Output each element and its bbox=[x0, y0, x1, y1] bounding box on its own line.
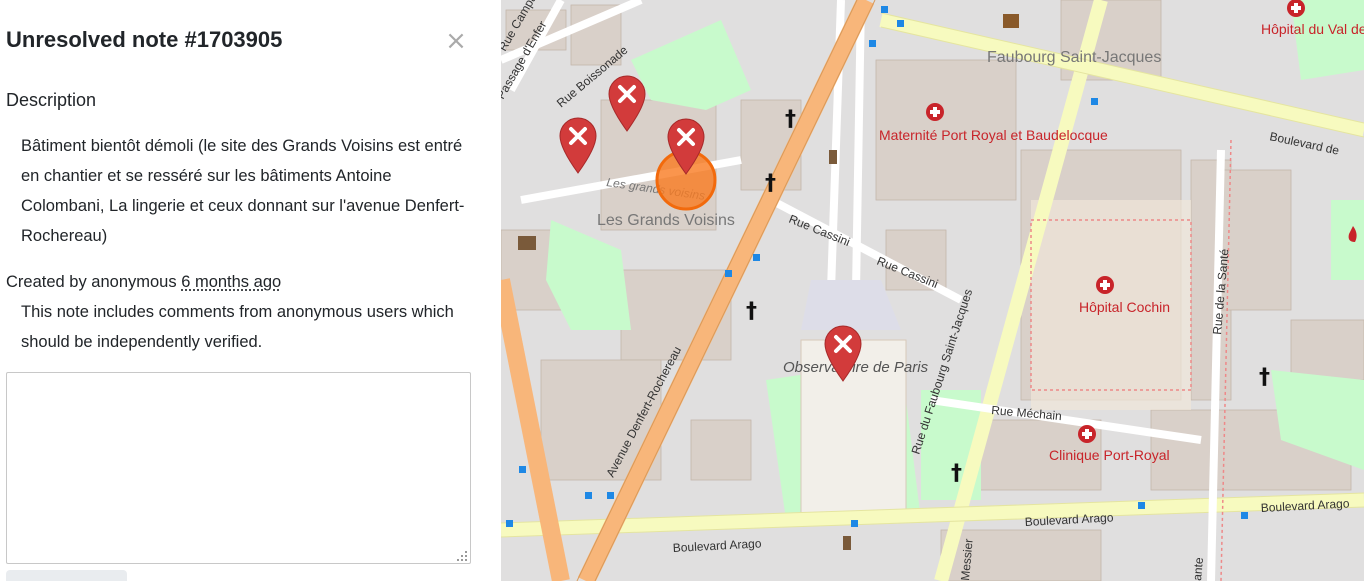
library-icon bbox=[1003, 14, 1019, 28]
map-label: Hôpital du Val de Grâce bbox=[1261, 21, 1364, 37]
resize-grip-icon[interactable] bbox=[456, 550, 468, 562]
church-icon: † bbox=[765, 171, 776, 196]
map-label: Hôpital Cochin bbox=[1079, 299, 1170, 315]
comment-button[interactable] bbox=[6, 570, 127, 581]
monument-icon bbox=[843, 536, 851, 550]
created-by-line: Created by anonymous 6 months ago bbox=[6, 267, 281, 297]
map-canvas[interactable]: † † † † † Rue Campagne Passage d'Enfer R… bbox=[501, 0, 1364, 581]
note-description: Bâtiment bientôt démoli (le site des Gra… bbox=[21, 137, 465, 245]
note-sidebar: Unresolved note #1703905 × Description B… bbox=[0, 0, 501, 581]
hospital-icon bbox=[1078, 425, 1096, 443]
monument-icon bbox=[829, 150, 837, 164]
created-by-label: Created by anonymous bbox=[6, 273, 182, 291]
map-label: Clinique Port-Royal bbox=[1049, 447, 1170, 463]
close-icon[interactable]: × bbox=[444, 26, 468, 56]
anonymous-warning: This note includes comments from anonymo… bbox=[21, 303, 454, 351]
museum-icon bbox=[518, 236, 536, 250]
note-title: Unresolved note #1703905 bbox=[6, 27, 283, 52]
map-label: ante bbox=[1190, 556, 1206, 581]
comment-textarea[interactable] bbox=[6, 372, 471, 564]
church-icon: † bbox=[785, 107, 796, 132]
map[interactable]: † † † † † Rue Campagne Passage d'Enfer R… bbox=[501, 0, 1364, 581]
created-time: 6 months ago bbox=[181, 273, 282, 291]
map-label: Maternité Port Royal et Baudelocque bbox=[879, 127, 1108, 143]
map-label: Les Grands Voisins bbox=[597, 212, 735, 229]
map-label: Faubourg Saint-Jacques bbox=[987, 49, 1161, 66]
church-icon: † bbox=[1259, 365, 1270, 390]
church-icon: † bbox=[746, 299, 757, 324]
church-icon: † bbox=[951, 461, 962, 486]
hospital-icon bbox=[926, 103, 944, 121]
description-heading: Description bbox=[6, 90, 97, 110]
hospital-icon bbox=[1096, 276, 1114, 294]
